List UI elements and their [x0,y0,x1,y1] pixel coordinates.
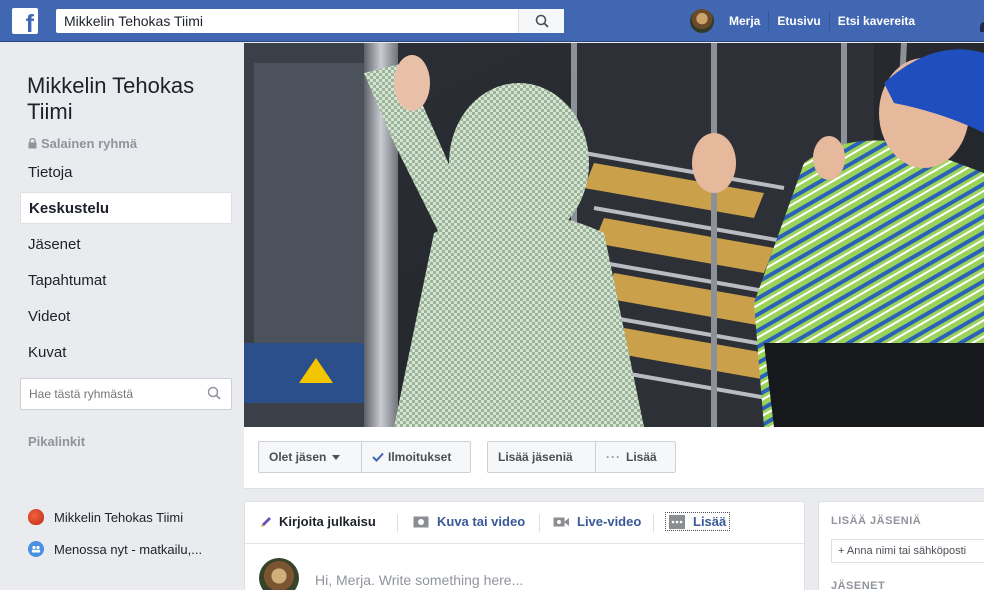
add-members-label: Lisää jäseniä [498,450,573,464]
home-link[interactable]: Etusivu [769,11,830,31]
shortcut-label: Menossa nyt - matkailu,... [54,541,203,557]
chevron-down-icon [332,454,341,460]
member-status-label: Olet jäsen [269,450,327,464]
user-avatar[interactable] [690,9,714,33]
checkmark-icon [372,452,384,462]
group-action-bar: Olet jäsen Ilmoitukset Lisää jäseniä ···… [244,427,984,489]
top-user-links: Merja Etusivu Etsi kavereita [690,0,923,42]
notifications-label: Ilmoitukset [388,450,452,464]
user-avatar[interactable] [259,558,299,590]
nav-item-discussion[interactable]: Keskustelu [20,192,232,224]
shortcut-item[interactable]: Menossa nyt - matkailu,... [28,541,202,557]
tab-label: Kirjoita julkaisu [279,514,376,529]
pencil-icon [261,516,271,527]
nav-item-about[interactable]: Tietoja [20,154,232,190]
group-search-box [20,378,232,410]
add-members-button[interactable]: Lisää jäseniä [487,441,596,473]
group-title[interactable]: Mikkelin Tehokas Tiimi [27,73,227,125]
nav-item-events[interactable]: Tapahtumat [20,262,232,298]
group-icon [28,541,44,557]
cover-photo-image [244,43,984,427]
find-friends-link[interactable]: Etsi kavereita [830,11,923,31]
nav-item-photos[interactable]: Kuvat [20,334,232,370]
tab-live-video[interactable]: Live-video [553,514,641,529]
shortcut-item[interactable]: Mikkelin Tehokas Tiimi [28,509,183,525]
composer-input[interactable]: Hi, Merja. Write something here... [315,572,523,588]
photo-icon [413,516,429,527]
search-icon [535,14,549,28]
group-nav: Tietoja Keskustelu Jäsenet Tapahtumat Vi… [20,154,232,406]
tab-more[interactable]: Lisää [665,512,731,531]
add-member-input[interactable]: + Anna nimi tai sähköposti [831,539,984,563]
nav-item-videos[interactable]: Videot [20,298,232,334]
group-cover-photo[interactable] [244,43,984,427]
member-status-button[interactable]: Olet jäsen [258,441,362,473]
group-privacy: Salainen ryhmä [28,136,137,151]
tab-divider [397,514,398,532]
more-button[interactable]: ··· Lisää [595,441,676,473]
tab-label: Live-video [577,514,642,529]
add-members-heading: LISÄÄ JÄSENIÄ [831,515,922,527]
lock-icon [28,138,37,149]
tab-write-post[interactable]: Kirjoita julkaisu [259,514,376,529]
profile-link[interactable]: Merja [721,11,770,31]
nav-item-members[interactable]: Jäsenet [20,226,232,262]
more-dots-icon: ··· [606,450,621,464]
video-camera-icon [553,517,569,526]
privacy-label: Salainen ryhmä [41,136,138,151]
shortcuts-heading: Pikalinkit [28,434,86,449]
more-label: Lisää [626,450,657,464]
facebook-logo-icon[interactable]: f [12,8,38,37]
tab-divider [539,514,540,532]
more-grid-icon [669,514,685,529]
search-input[interactable] [56,9,516,33]
composer-tabs: Kirjoita julkaisu Kuva tai video Live-vi… [245,502,804,544]
tab-label: Lisää [693,514,727,529]
top-navigation-bar: f Merja Etusivu Etsi kavereita [0,0,984,42]
search-box [56,9,564,33]
group-search-input[interactable] [21,379,201,409]
apple-icon [28,509,44,525]
members-heading: JÄSENET [831,580,886,590]
post-composer: Kirjoita julkaisu Kuva tai video Live-vi… [244,501,805,590]
tab-divider [653,514,654,532]
search-button[interactable] [518,9,564,33]
friend-requests-icon[interactable] [980,22,984,32]
search-icon[interactable] [207,386,221,400]
tab-label: Kuva tai video [437,514,526,529]
add-members-panel: LISÄÄ JÄSENIÄ + Anna nimi tai sähköposti… [818,501,984,590]
tab-photo-video[interactable]: Kuva tai video [413,514,525,529]
shortcut-label: Mikkelin Tehokas Tiimi [54,509,184,525]
notifications-button[interactable]: Ilmoitukset [361,441,471,473]
